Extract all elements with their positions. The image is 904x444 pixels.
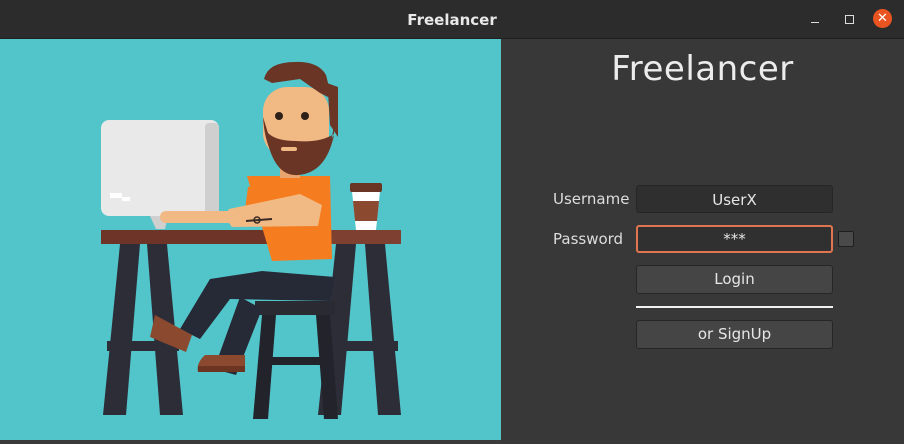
- minimize-icon: [811, 21, 819, 23]
- app-title: Freelancer: [611, 49, 794, 89]
- minimize-button[interactable]: [805, 9, 825, 29]
- show-password-checkbox[interactable]: [838, 231, 854, 247]
- freelancer-illustration-svg: [101, 61, 401, 419]
- username-field[interactable]: UserX: [636, 185, 833, 213]
- password-field[interactable]: ***: [636, 225, 833, 253]
- app-window: Freelancer ✕ Freelancer Username UserX P…: [0, 0, 904, 444]
- maximize-button[interactable]: [839, 9, 859, 29]
- signup-button[interactable]: or SignUp: [636, 320, 833, 349]
- login-button[interactable]: Login: [636, 265, 833, 294]
- password-label: Password: [553, 230, 624, 248]
- login-panel: Freelancer Username UserX Password *** L…: [501, 39, 904, 444]
- close-button[interactable]: ✕: [873, 9, 892, 28]
- title-bar: Freelancer ✕: [0, 0, 904, 39]
- close-icon: ✕: [877, 11, 888, 26]
- username-label: Username: [553, 190, 630, 208]
- freelancer-illustration: [0, 39, 501, 440]
- divider: [636, 306, 833, 308]
- window-title: Freelancer: [407, 11, 497, 29]
- maximize-icon: [844, 14, 854, 24]
